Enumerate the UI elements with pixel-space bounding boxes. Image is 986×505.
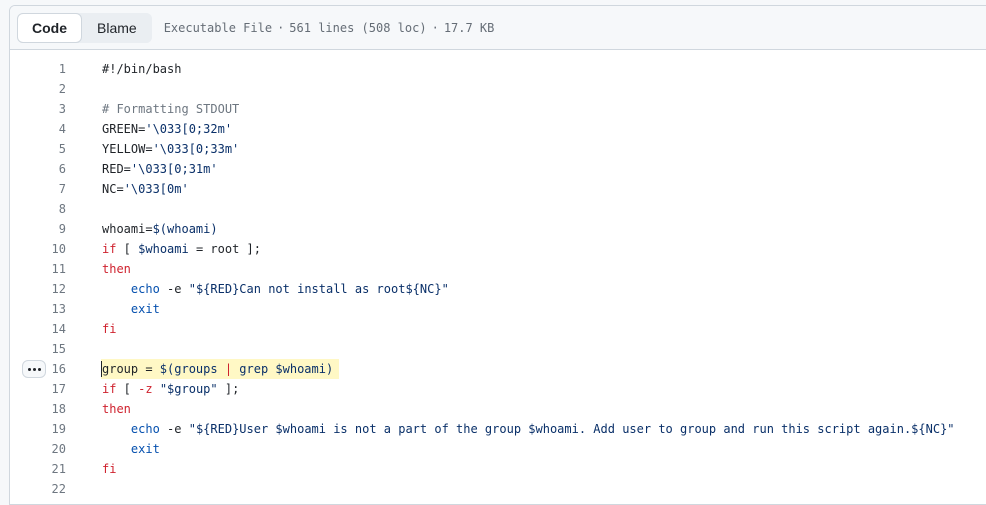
file-viewer: Code Blame Executable File · 561 lines (50… [9, 5, 986, 505]
line-text: NC='\033[0m' [102, 182, 189, 196]
code-line: 4 GREEN='\033[0;32m' [10, 119, 986, 139]
code-line: 19 echo -e "${RED}User $whoami is not a … [10, 419, 986, 439]
line-text: echo -e "${RED}User $whoami is not a par… [130, 422, 955, 436]
line-count: 561 lines (508 loc) [289, 20, 427, 35]
file-info: Executable File · 561 lines (508 loc) · 17.7… [164, 21, 495, 35]
code-line: 1 #!/bin/bash [10, 59, 986, 79]
line-text: group = $(groups | grep $whoami) [102, 362, 334, 376]
line-number[interactable]: 20 [10, 439, 66, 459]
line-number[interactable]: 2 [10, 79, 66, 99]
code-line: 3 # Formatting STDOUT [10, 99, 986, 119]
line-text: then [102, 262, 131, 276]
line-number[interactable]: 12 [10, 279, 66, 299]
file-type: Executable File [163, 20, 273, 35]
line-number[interactable]: 1 [10, 59, 66, 79]
code-line: 14 fi [10, 319, 986, 339]
line-number[interactable]: 18 [10, 399, 66, 419]
line-text: echo -e "${RED}Can not install as root${… [130, 282, 449, 296]
line-text: if [ -z "$group" ]; [102, 382, 240, 396]
line-number[interactable]: 3 [10, 99, 66, 119]
line-text: if [ $whoami = root ]; [102, 242, 261, 256]
code-line: 20 exit [10, 439, 986, 459]
line-text: exit [130, 442, 160, 456]
line-number[interactable]: 7 [10, 179, 66, 199]
blame-tab[interactable]: Blame [82, 12, 152, 43]
line-number[interactable]: 6 [10, 159, 66, 179]
code-line: 2 [10, 79, 986, 99]
code-body[interactable]: 1 #!/bin/bash 2 3 # Formatting STDOUT 4 GREEN=… [10, 50, 986, 499]
line-text: fi [102, 322, 117, 336]
line-number[interactable]: 9 [10, 219, 66, 239]
line-text: # Formatting STDOUT [102, 102, 240, 116]
line-number[interactable]: 4 [10, 119, 66, 139]
code-line: 7 NC='\033[0m' [10, 179, 986, 199]
separator: · [277, 20, 285, 35]
line-text: #!/bin/bash [102, 62, 182, 76]
line-text: fi [102, 462, 117, 476]
line-number[interactable]: 10 [10, 239, 66, 259]
line-text: whoami=$(whoami) [102, 222, 218, 236]
line-text: exit [130, 302, 160, 316]
code-tab[interactable]: Code [17, 12, 82, 43]
file-header: Code Blame Executable File · 561 lines (50… [10, 6, 986, 50]
line-number[interactable]: 11 [10, 259, 66, 279]
line-number[interactable]: 16 [10, 359, 66, 379]
code-line: 22 [10, 479, 986, 499]
code-line: 11 then [10, 259, 986, 279]
code-line: 12 echo -e "${RED}Can not install as roo… [10, 279, 986, 299]
line-number[interactable]: 13 [10, 299, 66, 319]
code-line: 15 [10, 339, 986, 359]
code-line: 8 [10, 199, 986, 219]
code-line: 13 exit [10, 299, 986, 319]
line-number[interactable]: 5 [10, 139, 66, 159]
line-number[interactable]: 21 [10, 459, 66, 479]
view-toggle: Code Blame [17, 12, 152, 43]
line-number[interactable]: 14 [10, 319, 66, 339]
separator: · [431, 20, 439, 35]
code-line: 6 RED='\033[0;31m' [10, 159, 986, 179]
line-number[interactable]: 8 [10, 199, 66, 219]
line-text: then [102, 402, 131, 416]
file-size: 17.7 KB [443, 20, 495, 35]
code-line: 9 whoami=$(whoami) [10, 219, 986, 239]
line-number[interactable]: 15 [10, 339, 66, 359]
line-number[interactable]: 17 [10, 379, 66, 399]
line-text: YELLOW='\033[0;33m' [102, 142, 240, 156]
code-line: 17 if [ -z "$group" ]; [10, 379, 986, 399]
line-text: GREEN='\033[0;32m' [102, 122, 233, 136]
line-number[interactable]: 22 [10, 479, 66, 499]
text-cursor [101, 361, 102, 377]
line-number[interactable]: 19 [10, 419, 66, 439]
code-line: 18 then [10, 399, 986, 419]
code-line: 21 fi [10, 459, 986, 479]
code-line: 5 YELLOW='\033[0;33m' [10, 139, 986, 159]
line-text: RED='\033[0;31m' [102, 162, 218, 176]
code-line: 16 group = $(groups | grep $whoami) [10, 359, 986, 379]
code-line: 10 if [ $whoami = root ]; [10, 239, 986, 259]
